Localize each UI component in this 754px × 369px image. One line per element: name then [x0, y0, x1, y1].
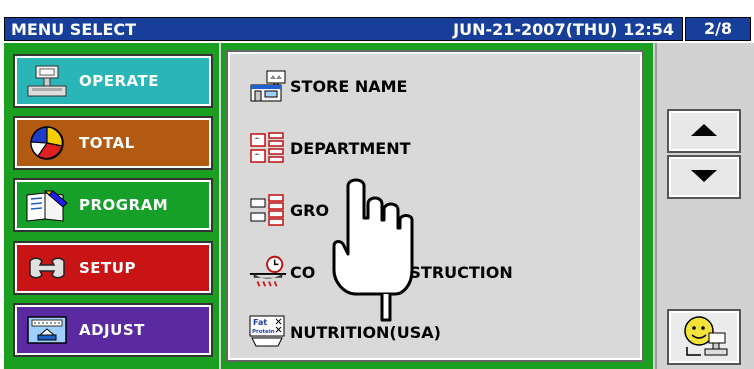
category-panel: OPERATE TOTAL PROGRAM SETUP ADJUST	[4, 43, 219, 369]
scale-icon	[17, 310, 77, 350]
menu-item-label: DEPARTMENT	[290, 138, 411, 158]
date-time: JUN-21-2007(THU) 12:54	[453, 20, 674, 39]
setup-label: SETUP	[79, 259, 136, 277]
nutrition-label-icon: Fat Protein	[248, 314, 288, 350]
book-icon	[17, 185, 77, 225]
operate-label: OPERATE	[79, 72, 159, 90]
pie-chart-icon	[17, 123, 77, 163]
menu-item-store-name[interactable]: STORE NAME	[248, 66, 407, 106]
total-label: TOTAL	[79, 134, 135, 152]
program-button[interactable]: PROGRAM	[13, 178, 213, 232]
pointing-hand-icon	[332, 178, 414, 322]
nav-panel	[655, 43, 754, 369]
screen-title: MENU SELECT	[11, 20, 137, 39]
nutrition-icon-text-protein: Protein	[252, 329, 275, 335]
operate-icon	[17, 61, 77, 101]
up-arrow-icon	[690, 122, 718, 141]
page-indicator: 2/8	[685, 17, 751, 41]
down-arrow-icon	[690, 168, 718, 187]
menu-list: STORE NAME DEPARTMENT GRO CO G INSTRUCTI…	[226, 50, 644, 362]
clock-cooking-icon	[248, 254, 288, 290]
title-bar: MENU SELECT JUN-21-2007(THU) 12:54	[4, 17, 683, 41]
menu-item-label: CO	[290, 262, 316, 282]
setup-button[interactable]: SETUP	[13, 241, 213, 295]
menu-item-department[interactable]: DEPARTMENT	[248, 128, 411, 168]
scale-screen: MENU SELECT JUN-21-2007(THU) 12:54 2/8 O…	[4, 0, 754, 369]
store-icon	[248, 68, 288, 104]
total-button[interactable]: TOTAL	[13, 116, 213, 170]
adjust-label: ADJUST	[79, 321, 145, 339]
group-icon	[248, 192, 288, 228]
operator-icon	[679, 313, 729, 361]
program-label: PROGRAM	[79, 196, 169, 214]
operator-button[interactable]	[667, 309, 741, 365]
menu-item-group[interactable]: GRO	[248, 190, 329, 230]
nutrition-icon-text-fat: Fat	[253, 318, 267, 327]
adjust-button[interactable]: ADJUST	[13, 303, 213, 357]
operate-button[interactable]: OPERATE	[13, 54, 213, 108]
menu-panel: STORE NAME DEPARTMENT GRO CO G INSTRUCTI…	[221, 43, 653, 369]
scroll-down-button[interactable]	[667, 155, 741, 199]
scroll-up-button[interactable]	[667, 109, 741, 153]
department-icon	[248, 130, 288, 166]
menu-item-label: STORE NAME	[290, 76, 408, 96]
wrench-icon	[17, 248, 77, 288]
menu-item-label: NUTRITION(USA)	[290, 322, 441, 342]
